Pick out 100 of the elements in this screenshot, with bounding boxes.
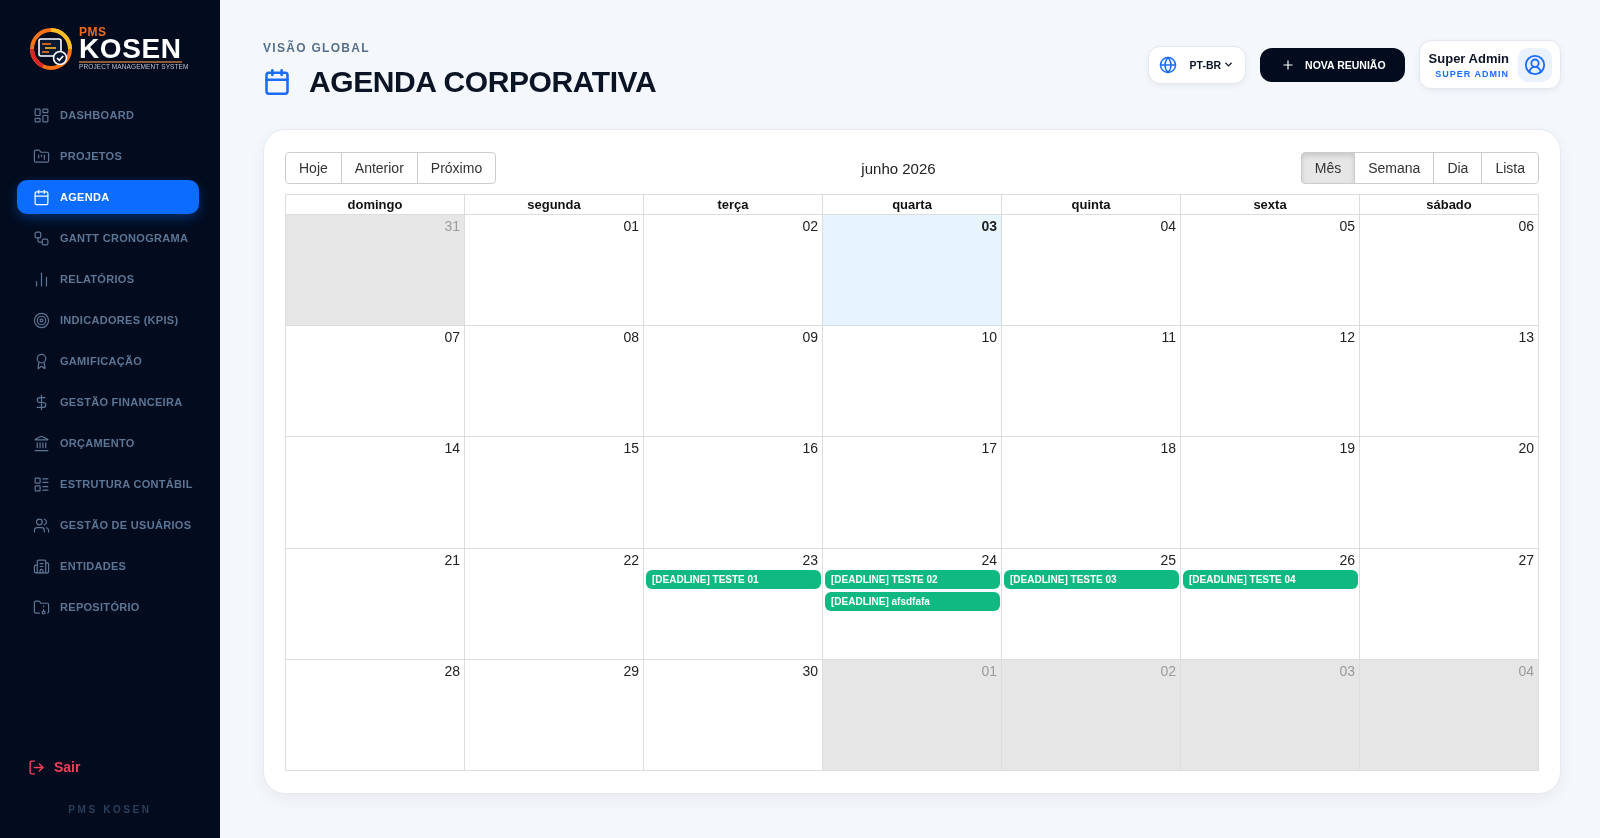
folder-icon [33,598,50,616]
day-number: 10 [980,328,998,348]
day-cell[interactable]: 29 [465,659,644,771]
sidebar-item[interactable]: GANTT CRONOGRAMA [17,221,199,255]
day-cell[interactable]: 04 [1002,215,1181,327]
sidebar-item[interactable]: INDICADORES (KPIS) [17,303,199,337]
day-cell[interactable]: 10 [823,326,1002,438]
day-number: 11 [1160,328,1177,348]
day-number: 28 [443,661,461,681]
calendar-nav-button[interactable]: Anterior [340,152,418,184]
sidebar-item[interactable]: AGENDA [17,180,199,214]
month-title: junho 2026 [861,159,936,177]
day-number: 22 [622,550,640,570]
day-cell[interactable]: 28 [286,659,465,771]
logo-wordmark: KOSEN [79,36,182,63]
day-number: 05 [1338,217,1356,236]
day-cell[interactable]: 22 [465,548,644,660]
globe-icon [1158,55,1177,74]
day-number: 29 [622,661,640,681]
day-cell[interactable]: 23 [DEADLINE] TESTE 01 [644,548,823,660]
day-cell[interactable]: 13 [1360,326,1539,438]
sidebar-item[interactable]: ENTIDADES [17,549,199,583]
day-cell[interactable]: 09 [644,326,823,438]
plus-icon [1281,57,1296,72]
day-number: 30 [801,661,819,681]
calendar-icon [33,188,50,206]
day-number: 18 [1159,439,1177,459]
day-number: 25 [1159,550,1177,570]
chevron-down-icon [1223,59,1235,70]
day-cell[interactable]: 20 [1360,437,1539,549]
logout-icon [28,758,45,776]
bar-chart-icon [33,270,50,288]
target-icon [33,311,50,329]
view-tab[interactable]: Dia [1433,152,1483,184]
day-cell[interactable]: 18 [1002,437,1181,549]
page-title: AGENDA CORPORATIVA [309,65,657,99]
sidebar-item[interactable]: GESTÃO DE USUÁRIOS [17,508,199,542]
calendar-nav-button[interactable]: Hoje [285,152,342,184]
day-cell[interactable]: 07 [286,326,465,438]
day-cell[interactable]: 27 [1360,548,1539,660]
day-cell[interactable]: 30 [644,659,823,771]
day-cell[interactable]: 17 [823,437,1002,549]
view-tab[interactable]: Lista [1481,152,1539,184]
day-number: 15 [622,439,640,459]
user-circle-icon [1524,53,1546,76]
grid-icon [33,106,50,124]
folder-icon [33,147,50,165]
sidebar-item[interactable]: REPOSITÓRIO [17,590,199,624]
day-number: 06 [1517,217,1535,236]
day-cell[interactable]: 16 [644,437,823,549]
day-number: 23 [801,550,819,570]
user-name: Super Admin [1428,50,1509,66]
logo-icon [30,27,72,70]
view-tab[interactable]: Semana [1354,152,1435,184]
language-selector[interactable]: PT-BR [1147,45,1247,84]
day-cell[interactable]: 26 [DEADLINE] TESTE 04 [1181,548,1360,660]
day-number: 09 [801,328,819,348]
day-cell[interactable]: 21 [286,548,465,660]
day-cell[interactable]: 08 [465,326,644,438]
day-cell[interactable]: 02 [644,215,823,327]
user-role: SUPER ADMIN [1435,68,1509,79]
day-cell[interactable]: 11 [1002,326,1181,438]
bank-icon [33,434,50,452]
day-number: 03 [1338,661,1356,681]
day-number: 24 [980,550,998,570]
new-meeting-button[interactable]: NOVA REUNIÃO [1260,47,1405,82]
sidebar-item[interactable]: RELATÓRIOS [17,262,199,296]
day-number: 02 [801,217,819,236]
sidebar-item[interactable]: DASHBOARD [17,98,199,132]
day-cell[interactable]: 12 [1181,326,1360,438]
sidebar-item[interactable]: GAMIFICAÇÃO [17,344,199,378]
list-icon [33,475,50,493]
day-cell[interactable]: 03 [823,215,1002,327]
day-cell[interactable]: 01 [465,215,644,327]
linked-squares-icon [33,229,50,247]
day-cell[interactable]: 15 [465,437,644,549]
sidebar-item[interactable]: ORÇAMENTO [17,426,199,460]
day-number: 02 [1159,661,1177,681]
day-cell[interactable]: 06 [1360,215,1539,327]
day-number: 20 [1517,439,1535,459]
day-cell[interactable]: 19 [1181,437,1360,549]
day-cell[interactable]: 25 [DEADLINE] TESTE 03 [1002,548,1181,660]
day-number: 26 [1338,550,1356,570]
day-number: 27 [1517,550,1535,570]
view-tab[interactable]: Mês [1300,152,1356,184]
sidebar-item[interactable]: GESTÃO FINANCEIRA [17,385,199,419]
user-card[interactable]: Super Admin SUPER ADMIN [1418,40,1561,89]
day-cell[interactable]: 14 [286,437,465,549]
calendar-icon [263,68,291,96]
sidebar-item[interactable]: PROJETOS [17,139,199,173]
day-number: 01 [980,661,998,681]
day-cell[interactable]: 05 [1181,215,1360,327]
day-number: 16 [801,439,819,459]
calendar-nav-button[interactable]: Próximo [416,152,497,184]
logout-button[interactable]: Sair [28,757,81,777]
day-number: 12 [1338,328,1356,348]
sidebar-item[interactable]: ESTRUTURA CONTÁBIL [17,467,199,501]
logo-prefix: PMS [79,26,107,37]
day-number: 04 [1159,217,1177,236]
building-icon [33,557,50,575]
